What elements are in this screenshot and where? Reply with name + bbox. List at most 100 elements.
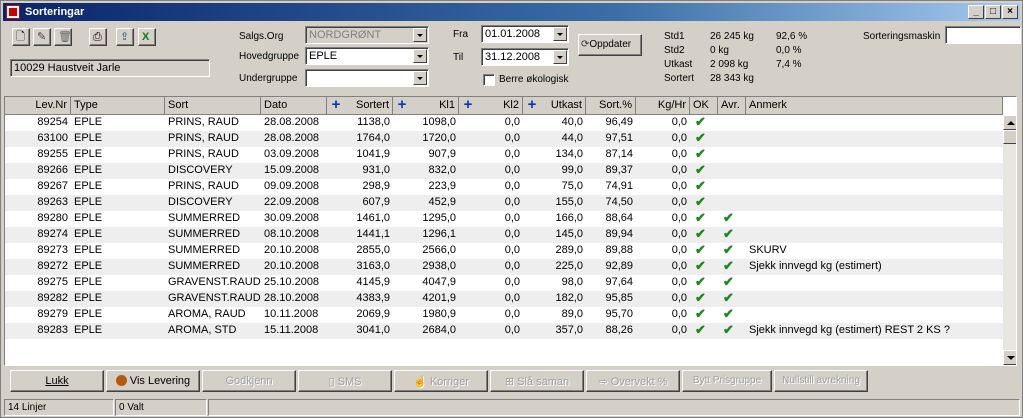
std1-kg: 26 245 kg <box>710 31 754 42</box>
cell-sortpct: 95,70 <box>605 308 633 320</box>
delete-icon[interactable]: 🗑 <box>54 28 72 46</box>
table-row[interactable]: 89283 EPLE AROMA, STD 15.11.2008 3041,0 2684,… <box>5 323 1003 339</box>
expand-plus-icon[interactable]: + <box>330 97 342 112</box>
chevron-down-icon[interactable] <box>553 27 567 41</box>
table-row[interactable]: 89263 EPLE DISCOVERY 22.09.2008 607,9 452,9 0,… <box>5 195 1003 211</box>
col-sortert[interactable]: + Sortert <box>327 97 393 115</box>
col-sortpct[interactable]: Sort.% <box>586 97 636 115</box>
maximize-button[interactable]: □ <box>985 5 1001 19</box>
bytt-prisgruppe-button[interactable]: Bytt Prisgruppe <box>682 370 772 392</box>
cell-kl1: 907,9 <box>428 148 456 160</box>
chevron-down-icon[interactable] <box>413 49 427 63</box>
hovedgruppe-value: EPLE <box>309 50 338 62</box>
expand-plus-icon[interactable]: + <box>526 97 538 112</box>
table-row[interactable]: 89279 EPLE AROMA, RAUD 10.11.2008 2069,9 1980… <box>5 307 1003 323</box>
col-dato[interactable]: Dato <box>261 97 327 115</box>
cell-anmerk <box>746 147 1003 163</box>
til-date-value: 31.12.2008 <box>485 51 541 63</box>
table-row[interactable]: 89282 EPLE GRAVENST.RAUD 28.10.2008 4383,9 42… <box>5 291 1003 307</box>
sla-saman-button[interactable]: ⊞ Slå saman <box>490 370 584 392</box>
fra-label: Fra <box>453 29 468 40</box>
table-row[interactable]: 89266 EPLE DISCOVERY 15.09.2008 931,0 832,0 0,… <box>5 163 1003 179</box>
col-kl2[interactable]: + Kl2 <box>459 97 523 115</box>
col-anmerk[interactable]: Anmerk <box>746 97 1003 115</box>
cell-kl2: 0,0 <box>504 132 520 144</box>
std2-kg: 0 kg <box>710 45 729 56</box>
table-row[interactable]: 63100 EPLE PRINS, RAUD 28.08.2008 1764,0 1720… <box>5 131 1003 147</box>
oppdater-button[interactable]: ⟳Oppdater <box>578 34 642 56</box>
cell-sortpct: 96,49 <box>605 116 633 128</box>
excel-icon[interactable]: X <box>138 28 156 46</box>
hovedgruppe-select[interactable]: EPLE <box>305 47 429 65</box>
table-row[interactable]: 89255 EPLE PRINS, RAUD 03.09.2008 1041,9 907,… <box>5 147 1003 163</box>
col-ok[interactable]: OK <box>690 97 718 115</box>
ok-check-icon: ✔ <box>695 179 706 193</box>
edit-document-icon[interactable]: ✎ <box>33 28 51 46</box>
cell-type: EPLE <box>74 308 103 320</box>
col-utkast[interactable]: + Utkast <box>523 97 586 115</box>
korriger-button[interactable]: ☝ Korriger <box>394 370 488 392</box>
nullstill-avrekning-button[interactable]: Nullstill avrekning <box>774 370 868 392</box>
cell-anmerk <box>746 163 1003 179</box>
cell-dato: 10.11.2008 <box>264 308 319 320</box>
col-avr[interactable]: Avr. <box>718 97 746 115</box>
ok-check-icon: ✔ <box>695 323 706 337</box>
minimize-button[interactable]: _ <box>968 5 984 19</box>
berre-okologisk-checkbox[interactable] <box>483 74 495 86</box>
export-icon[interactable]: ⇪ <box>116 28 134 46</box>
avr-check-icon: ✔ <box>723 243 734 257</box>
table-row[interactable]: 89274 EPLE SUMMERRED 08.10.2008 1441,1 1296,1… <box>5 227 1003 243</box>
cell-utkast: 99,0 <box>561 164 583 176</box>
lukk-button[interactable]: Lukk <box>10 370 104 392</box>
std2-pct: 0,0 % <box>776 45 802 56</box>
avr-check-icon <box>718 179 746 195</box>
undergruppe-select[interactable] <box>305 69 429 87</box>
cell-kghr: 0,0 <box>671 148 687 160</box>
overvekt-button[interactable]: ⇨ Overvekt % <box>586 370 680 392</box>
cell-sort: PRINS, RAUD <box>168 132 239 144</box>
table-row[interactable]: 89272 EPLE SUMMERRED 20.10.2008 3163,0 2938,0… <box>5 259 1003 275</box>
fra-date-field[interactable]: 01.01.2008 <box>481 25 569 43</box>
cell-dato: 15.11.2008 <box>264 324 319 336</box>
table-row[interactable]: 89273 EPLE SUMMERRED 20.10.2008 2855,0 2566,0… <box>5 243 1003 259</box>
expand-plus-icon[interactable]: + <box>462 97 474 112</box>
col-levnr[interactable]: Lev.Nr <box>5 97 71 115</box>
chevron-down-icon[interactable] <box>553 50 567 64</box>
ok-check-icon: ✔ <box>695 291 706 305</box>
salgs-org-select[interactable]: NORDGRØNT <box>305 26 429 44</box>
table-row[interactable]: 89275 EPLE GRAVENST.RAUD 25.10.2008 4145,9 40… <box>5 275 1003 291</box>
cell-sortert: 2855,0 <box>356 244 390 256</box>
cell-type: EPLE <box>74 244 103 256</box>
sms-button[interactable]: ▯ SMS <box>298 370 392 392</box>
table-row[interactable]: 89267 EPLE PRINS, RAUD 09.09.2008 298,9 223,9… <box>5 179 1003 195</box>
til-date-field[interactable]: 31.12.2008 <box>481 48 569 66</box>
cell-anmerk <box>746 307 1003 323</box>
close-button[interactable]: × <box>1002 5 1018 19</box>
chevron-down-icon[interactable] <box>413 71 427 85</box>
col-kghr[interactable]: Kg/Hr <box>636 97 690 115</box>
table-row[interactable]: 89280 EPLE SUMMERRED 30.09.2008 1461,0 1295,0… <box>5 211 1003 227</box>
cell-sortpct: 88,64 <box>605 212 633 224</box>
vertical-scrollbar[interactable] <box>1003 115 1016 365</box>
godkjenn-button[interactable]: Godkjenn <box>202 370 296 392</box>
table-row[interactable]: 89254 EPLE PRINS, RAUD 28.08.2008 1138,0 1098… <box>5 115 1003 131</box>
col-type[interactable]: Type <box>71 97 165 115</box>
cell-kghr: 0,0 <box>671 276 687 288</box>
col-kl1[interactable]: + Kl1 <box>393 97 459 115</box>
col-sort[interactable]: Sort <box>165 97 261 115</box>
new-document-icon[interactable]: 🗋 <box>12 28 30 46</box>
sorteringsmaskin-field[interactable] <box>945 26 1021 44</box>
expand-plus-icon[interactable]: + <box>396 97 408 112</box>
cell-kl1: 1295,0 <box>422 212 456 224</box>
scroll-down-button[interactable] <box>1003 350 1016 365</box>
chevron-down-icon[interactable] <box>413 28 427 42</box>
cell-type: EPLE <box>74 196 103 208</box>
avr-check-icon <box>718 131 746 147</box>
cell-kghr: 0,0 <box>671 308 687 320</box>
scroll-thumb[interactable] <box>1003 130 1016 144</box>
cell-levnr: 63100 <box>37 132 68 144</box>
scroll-up-button[interactable] <box>1003 115 1016 130</box>
vis-levering-button[interactable]: Vis Levering <box>106 370 200 392</box>
print-icon[interactable]: ⎙ <box>89 28 107 46</box>
cell-dato: 28.08.2008 <box>264 132 320 144</box>
